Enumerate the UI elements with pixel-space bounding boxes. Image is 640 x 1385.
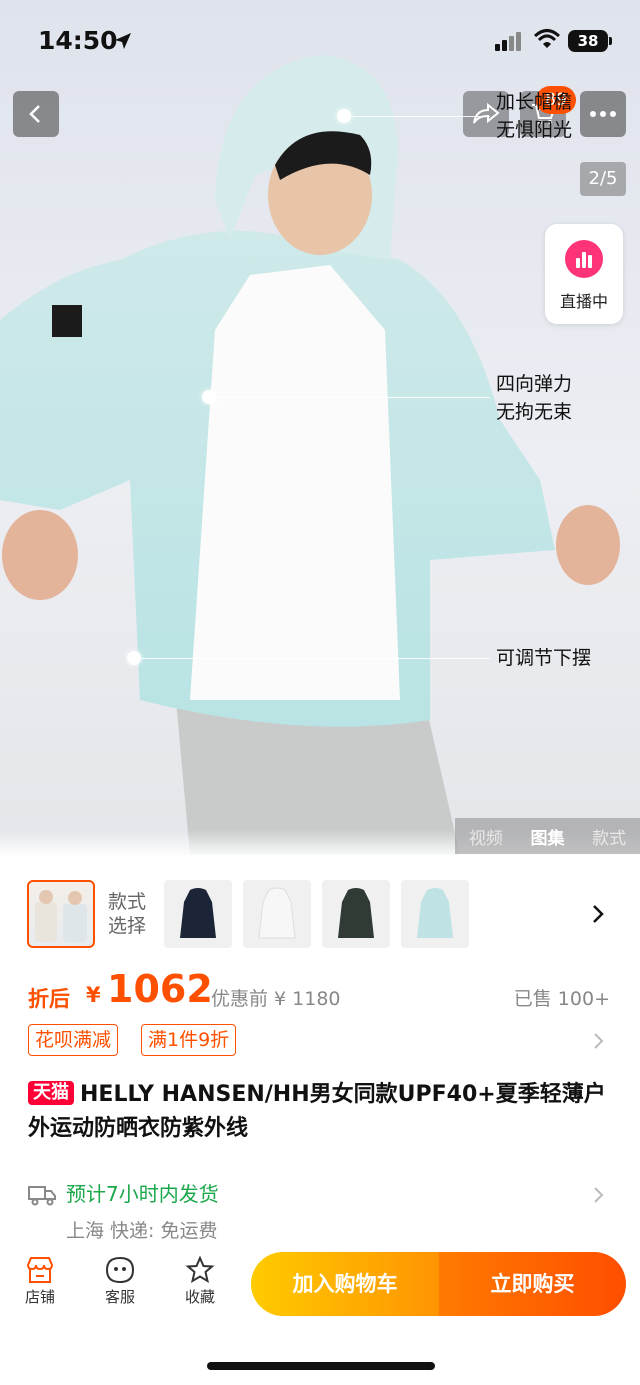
service-label: 客服: [104, 1288, 135, 1306]
style-thumbnail-mint[interactable]: [401, 880, 469, 948]
annotation-line: [215, 397, 490, 398]
original-price: 优惠前 ¥ 1180: [211, 988, 341, 1010]
chevron-left-icon: [29, 105, 40, 123]
product-image-gallery[interactable]: 14:50 38 89 2/5 直播中 加长帽檐 无惧阳光 四向弹力 无拘无束 …: [0, 0, 640, 855]
favorite-button[interactable]: 收藏: [170, 1256, 230, 1307]
style-thumbnail-image: [35, 890, 87, 942]
customer-service-button[interactable]: 客服: [90, 1256, 150, 1307]
style-thumbnail-white[interactable]: [243, 880, 311, 948]
home-indicator: [207, 1362, 435, 1370]
tab-styles[interactable]: 款式: [592, 824, 626, 849]
more-options-button[interactable]: [580, 91, 626, 137]
price-row: 折后 ¥ 1062 优惠前 ¥ 1180 已售 100+: [0, 965, 640, 1015]
style-thumbnail-selected[interactable]: [27, 880, 95, 948]
jacket-thumbnail-image: [258, 887, 296, 939]
price-currency: ¥: [86, 983, 101, 1007]
favorite-label: 收藏: [184, 1288, 215, 1306]
annotation-text: 四向弹力: [496, 373, 573, 395]
annotation-dot: [202, 390, 216, 404]
style-thumbnail-navy[interactable]: [164, 880, 232, 948]
store-button[interactable]: 店铺: [10, 1256, 70, 1307]
bottom-action-bar: 店铺 客服 收藏 加入购物车 立即购买: [0, 1248, 640, 1328]
annotation-dot: [127, 651, 141, 665]
location-arrow-icon: [115, 33, 131, 49]
chevron-right-icon: [594, 1033, 604, 1049]
promo-tag: 满1件9折: [141, 1024, 237, 1056]
image-page-indicator: 2/5: [580, 162, 626, 196]
add-to-cart-button[interactable]: 加入购物车: [251, 1252, 439, 1316]
jacket-thumbnail-image: [338, 888, 374, 938]
style-select-label: 款式 选择: [108, 890, 158, 938]
star-icon: [185, 1256, 215, 1284]
live-bars-icon: [565, 240, 603, 278]
chat-face-icon: [105, 1256, 135, 1284]
annotation-line: [350, 116, 490, 117]
back-button[interactable]: [13, 91, 59, 137]
cellular-signal-icon: [495, 32, 521, 51]
tmall-badge: 天猫: [28, 1081, 74, 1105]
annotation-stretch: 四向弹力 无拘无束: [496, 370, 572, 426]
shipping-origin: 上海 快递: 免运费: [66, 1220, 218, 1242]
clock-time: 14:50: [38, 26, 118, 55]
annotation-hem: 可调节下摆: [496, 644, 591, 672]
jacket-thumbnail-image: [417, 888, 453, 938]
style-thumbnail-green[interactable]: [322, 880, 390, 948]
jacket-thumbnail-image: [180, 888, 216, 938]
product-title-text: HELLY HANSEN/HH男女同款UPF40+夏季轻薄户外运动防晒衣防紫外线: [28, 1082, 606, 1141]
style-selector: 款式 选择: [0, 870, 640, 960]
product-title: 天猫 HELLY HANSEN/HH男女同款UPF40+夏季轻薄户外运动防晒衣防紫…: [28, 1078, 618, 1146]
promotions-row[interactable]: 花呗满减 满1件9折: [0, 1022, 640, 1058]
delivery-truck-icon: [28, 1186, 56, 1206]
promo-tag: 花呗满减: [28, 1024, 119, 1056]
buy-now-button[interactable]: 立即购买: [439, 1252, 626, 1316]
shipping-eta: 预计7小时内发货: [66, 1182, 219, 1206]
store-icon: [26, 1257, 54, 1283]
shipping-row[interactable]: 预计7小时内发货 上海 快递: 免运费: [0, 1172, 640, 1244]
battery-tip: [609, 37, 612, 45]
battery-indicator: 38: [568, 30, 608, 52]
more-dots-icon: [590, 111, 616, 117]
annotation-text: 无惧阳光: [496, 119, 573, 141]
tab-video[interactable]: 视频: [469, 824, 503, 849]
annotation-text: 无拘无束: [496, 401, 573, 423]
annotation-brim: 加长帽檐 无惧阳光: [496, 88, 572, 144]
annotation-text: 加长帽檐: [496, 91, 573, 113]
wifi-icon: [533, 29, 561, 48]
live-stream-button[interactable]: 直播中: [545, 224, 623, 324]
annotation-line: [140, 658, 490, 659]
live-label: 直播中: [559, 292, 608, 311]
annotation-dot: [337, 109, 351, 123]
status-bar: 14:50 38: [0, 0, 640, 80]
annotation-text: 可调节下摆: [496, 647, 592, 669]
store-label: 店铺: [24, 1288, 55, 1306]
media-tabs: 视频 图集 款式: [455, 818, 640, 854]
style-label-line: 款式: [108, 891, 147, 913]
chevron-right-icon[interactable]: [590, 904, 606, 924]
price-value: 1062: [107, 967, 213, 1011]
sold-count: 已售 100+: [513, 988, 610, 1010]
style-label-line: 选择: [108, 915, 147, 937]
price-tag-label: 折后: [28, 987, 70, 1011]
tab-gallery[interactable]: 图集: [530, 824, 564, 849]
chevron-right-icon: [594, 1187, 604, 1203]
